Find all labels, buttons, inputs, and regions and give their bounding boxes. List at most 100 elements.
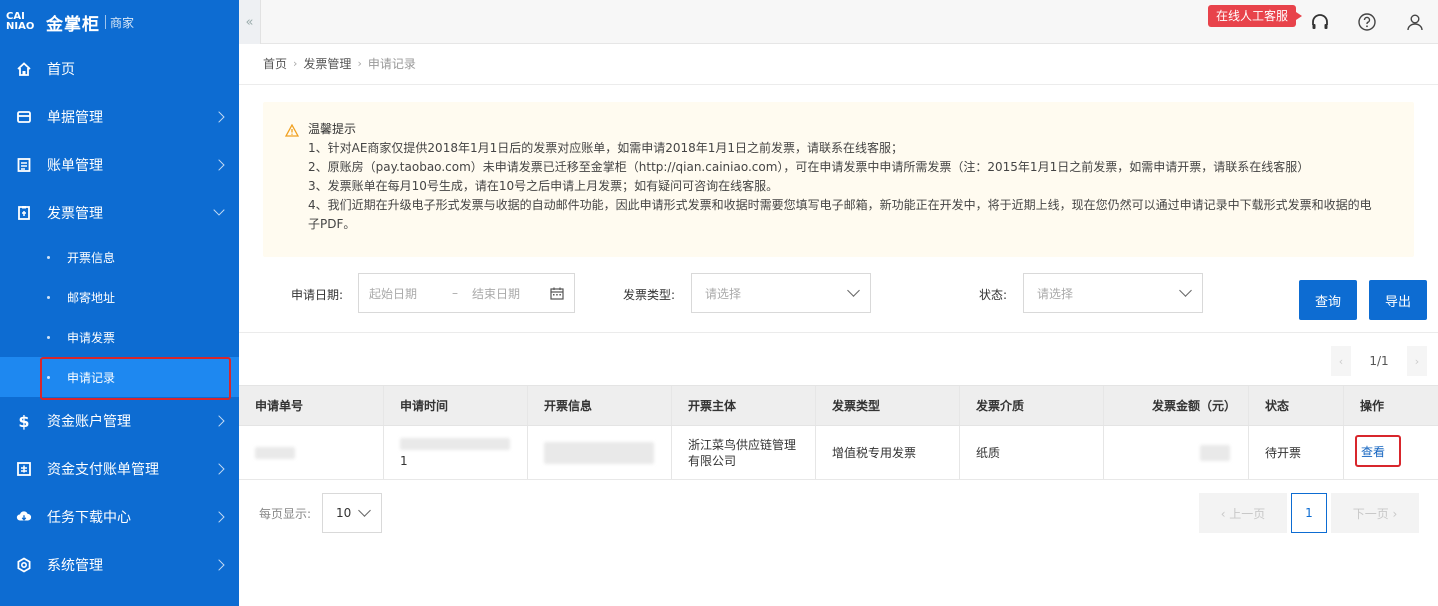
- page-number-button[interactable]: 1: [1291, 493, 1327, 533]
- breadcrumb-current: 申请记录: [367, 57, 416, 71]
- sidebar-item-label: 资金账户管理: [47, 414, 131, 430]
- column-header: 开票信息: [528, 386, 672, 425]
- date-range-separator: –: [452, 286, 458, 300]
- app: CAI NIAO 金掌柜 商家 首页 单据管理 账单管理 发票管理 开票信息 邮…: [0, 0, 1438, 606]
- date-range-picker[interactable]: 起始日期 – 结束日期: [358, 273, 575, 313]
- cell-medium: 纸质: [960, 426, 1104, 479]
- sidebar-item-download-center[interactable]: 任务下载中心: [0, 493, 239, 541]
- bullet-icon: [47, 255, 50, 259]
- bill-icon: [16, 157, 32, 173]
- notice-line: 3、发票账单在每月10号生成，请在10号之后申请上月发票；如有疑问可咨询在线客服…: [308, 179, 779, 193]
- divider: [239, 84, 1438, 85]
- column-header: 申请单号: [239, 386, 384, 425]
- sidebar-subitem-invoice-info[interactable]: 开票信息: [0, 237, 239, 277]
- sidebar-item-label: 发票管理: [47, 206, 103, 222]
- page-size-select[interactable]: 10: [322, 493, 382, 533]
- online-service-button[interactable]: 在线人工客服: [1208, 5, 1303, 27]
- user-icon[interactable]: [1403, 10, 1427, 34]
- sidebar: CAI NIAO 金掌柜 商家 首页 单据管理 账单管理 发票管理 开票信息 邮…: [0, 0, 239, 606]
- page-size-label: 每页显示:: [259, 507, 312, 521]
- topbar: « 在线人工客服: [239, 0, 1438, 44]
- query-button[interactable]: 查询: [1299, 280, 1357, 320]
- pager-next-button[interactable]: ›: [1407, 346, 1427, 376]
- invoice-icon: [16, 205, 32, 221]
- status-select[interactable]: 请选择: [1023, 273, 1203, 313]
- sidebar-subitem-apply-invoice[interactable]: 申请发票: [0, 317, 239, 357]
- end-date-input[interactable]: 结束日期: [472, 285, 520, 302]
- cloud-download-icon: [16, 509, 32, 525]
- sidebar-subitem-label: 邮寄地址: [67, 290, 116, 305]
- sidebar-subitem-apply-records[interactable]: 申请记录: [0, 357, 239, 397]
- breadcrumb-invoices[interactable]: 发票管理: [303, 55, 351, 72]
- warning-icon: [284, 123, 300, 143]
- chevron-right-icon: [213, 463, 225, 475]
- sidebar-item-bills[interactable]: 账单管理: [0, 141, 239, 189]
- collapse-sidebar-button[interactable]: «: [239, 0, 261, 44]
- sidebar-item-invoices[interactable]: 发票管理: [0, 189, 239, 237]
- mini-pager: ‹ 1/1 ›: [1331, 346, 1427, 376]
- chevron-right-icon: [213, 415, 225, 427]
- redacted-value: [544, 441, 654, 464]
- prev-page-button[interactable]: ‹ 上一页: [1199, 493, 1287, 533]
- pager-prev-button[interactable]: ‹: [1331, 346, 1351, 376]
- status-placeholder: 请选择: [1037, 286, 1074, 301]
- calendar-icon[interactable]: [550, 287, 564, 303]
- home-icon: [16, 61, 32, 77]
- chevron-right-icon: [213, 111, 225, 123]
- sidebar-item-payment-bills[interactable]: 资金支付账单管理: [0, 445, 239, 493]
- bullet-icon: [47, 295, 50, 299]
- notice-title: 温馨提示: [308, 122, 357, 136]
- chevron-right-icon: ›: [293, 57, 298, 70]
- column-header: 申请时间: [384, 386, 528, 425]
- cell-invoice-type: 增值税专用发票: [816, 426, 960, 479]
- chevron-down-icon: [1179, 284, 1192, 297]
- chevron-right-icon: ›: [357, 57, 362, 70]
- view-button[interactable]: 查看: [1355, 435, 1401, 467]
- divider: [239, 332, 1438, 333]
- table-row: 1 浙江菜鸟供应链管理有限公司 增值税专用发票 纸质 待开票: [239, 426, 1438, 480]
- help-icon[interactable]: [1355, 10, 1379, 34]
- sidebar-subitem-mailing-address[interactable]: 邮寄地址: [0, 277, 239, 317]
- breadcrumb: 首页 › 发票管理 › 申请记录: [263, 55, 416, 72]
- bullet-icon: [47, 335, 50, 339]
- document-icon: [16, 109, 32, 125]
- column-header: 状态: [1249, 386, 1344, 425]
- notice-panel: 温馨提示 1、针对AE商家仅提供2018年1月1日后的发票对应账单，如需申请20…: [263, 102, 1414, 257]
- headset-icon[interactable]: [1308, 10, 1332, 34]
- cell-apply-no: [239, 426, 384, 479]
- notice-line: 子PDF。: [308, 217, 356, 231]
- table-header: 申请单号 申请时间 开票信息 开票主体 发票类型 发票介质 发票金额（元） 状态…: [239, 385, 1438, 426]
- start-date-input[interactable]: 起始日期: [369, 285, 417, 302]
- redacted-value: [400, 437, 510, 450]
- sidebar-item-fund-accounts[interactable]: $ 资金账户管理: [0, 397, 239, 445]
- chevron-right-icon: [213, 511, 225, 523]
- export-button[interactable]: 导出: [1369, 280, 1427, 320]
- cell-amount: [1104, 426, 1249, 479]
- sidebar-item-home[interactable]: 首页: [0, 45, 239, 93]
- chevron-down-icon: [213, 204, 225, 216]
- sidebar-item-label: 单据管理: [47, 110, 103, 126]
- logo[interactable]: CAI NIAO 金掌柜 商家: [0, 0, 239, 44]
- notice-line: 4、我们近期在升级电子形式发票与收据的自动邮件功能，因此申请形式发票和收据时需要…: [308, 198, 1372, 212]
- column-header: 发票类型: [816, 386, 960, 425]
- view-link[interactable]: 查看: [1361, 443, 1385, 460]
- notice-line: 2、原账房（pay.taobao.com）未申请发票已迁移至金掌柜（http:/…: [308, 160, 1310, 174]
- sidebar-item-documents[interactable]: 单据管理: [0, 93, 239, 141]
- cainiao-logo-icon: CAI NIAO: [6, 11, 35, 32]
- invoice-type-placeholder: 请选择: [705, 286, 742, 301]
- dollar-icon: $: [18, 411, 30, 431]
- redacted-value: [1200, 444, 1230, 461]
- cell-time-tail: 1: [400, 453, 408, 468]
- sidebar-subitem-label: 申请记录: [67, 370, 116, 385]
- next-page-button[interactable]: 下一页 ›: [1331, 493, 1419, 533]
- invoice-type-select[interactable]: 请选择: [691, 273, 871, 313]
- breadcrumb-home[interactable]: 首页: [263, 55, 287, 72]
- payment-icon: [16, 461, 32, 477]
- column-header: 发票金额（元）: [1104, 386, 1249, 425]
- cell-apply-time: 1: [384, 426, 528, 479]
- settings-icon: [16, 557, 32, 573]
- notice-line: 1、针对AE商家仅提供2018年1月1日后的发票对应账单，如需申请2018年1月…: [308, 141, 904, 155]
- column-header: 操作: [1360, 399, 1385, 413]
- chevron-right-icon: [213, 559, 225, 571]
- sidebar-item-system[interactable]: 系统管理: [0, 541, 239, 589]
